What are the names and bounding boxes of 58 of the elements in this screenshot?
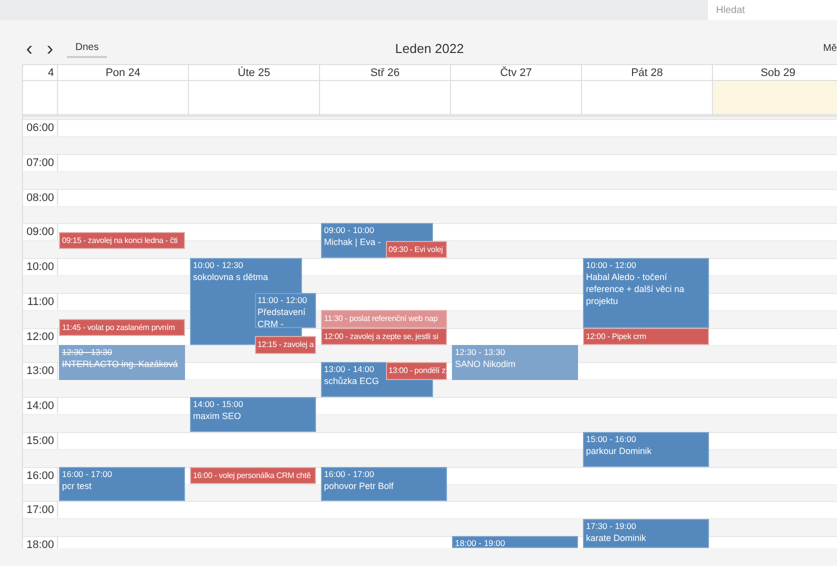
view-button[interactable]: Mě [823, 43, 837, 54]
event-time: 17:30 - 19:00 [586, 520, 636, 532]
calendar-title: Leden 2022 [395, 41, 464, 56]
event-title: pohovor Petr Bolf [324, 480, 394, 492]
all-day-cell[interactable] [319, 81, 450, 117]
event-time: 09:00 - 10:00 [324, 225, 374, 236]
event-time: 12:30 - 13:30 [455, 346, 506, 358]
all-day-cell[interactable] [581, 81, 712, 117]
all-day-cell[interactable] [57, 81, 188, 117]
calendar-event[interactable]: 16:00 - 17:00 pohovor Petr Bolf [321, 466, 447, 502]
today-button[interactable]: Dnes [67, 39, 107, 58]
task-item[interactable]: 13:00 - pondělí z [386, 362, 447, 380]
event-title: sokolovna s dětma [193, 271, 268, 283]
day-header: Čtv 27 [450, 65, 581, 81]
event-title: Habal Aledo - točení reference + další věci na projektu [586, 271, 686, 307]
task-item[interactable]: 12:00 - zavolej a zepte se, jestli si [321, 328, 447, 345]
event-time: 10:00 - 12:30 [193, 260, 244, 271]
event-title: maxim SEO [193, 410, 242, 422]
event-time: 16:00 - 17:00 [324, 468, 374, 480]
event-title: karate Dominik [586, 532, 646, 544]
calendar-event[interactable]: 12:30 - 13:30 SANO Nikodim [452, 344, 578, 380]
event-time: 18:00 - 19:00 [455, 538, 506, 547]
event-time: 14:00 - 15:00 [193, 399, 244, 410]
calendar-event[interactable]: 16:00 - 17:00 pcr test [59, 466, 185, 502]
day-header: Úte 25 [188, 65, 319, 81]
calendar-event[interactable]: 10:00 - 12:00 Habal Aledo - točení reference + další věci na projektu [583, 258, 709, 328]
task-item[interactable]: 09:15 - zavolej na konci ledna - čti [59, 232, 185, 250]
next-button[interactable]: › [42, 40, 58, 58]
event-time: 10:00 - 12:00 [586, 260, 636, 271]
calendar-event[interactable]: 15:00 - 16:00 parkour Dominik [583, 432, 709, 466]
task-item[interactable]: 09:30 - Evi volej [386, 240, 447, 258]
task-item[interactable]: 12:00 - Pipek crm [583, 328, 709, 345]
event-time: 16:00 - 17:00 [62, 468, 112, 480]
event-title: schůzka ECG [324, 375, 380, 388]
calendar-event[interactable]: 18:00 - 19:00 [452, 536, 578, 548]
week-number: 4 [22, 65, 57, 81]
task-item[interactable]: 12:15 - zavolej a [254, 336, 316, 354]
event-title: Michak | Eva - [324, 236, 381, 248]
search-field[interactable]: Hledat [708, 0, 837, 20]
day-header: Pát 28 [581, 65, 712, 81]
all-day-cell[interactable] [188, 81, 319, 117]
task-item[interactable]: 11:45 - volat po zaslaném prvním [59, 318, 185, 336]
day-header: Pon 24 [57, 65, 188, 81]
previous-button[interactable]: ‹ [22, 40, 37, 58]
task-item[interactable]: 16:00 - volej personálka CRM chtě [190, 466, 316, 484]
day-header: Stř 26 [319, 65, 450, 81]
event-title: SANO Nikodim [455, 358, 516, 370]
calendar-event[interactable]: 11:00 - 12:00 Představení CRM - [254, 292, 316, 328]
calendar-event[interactable]: 17:30 - 19:00 karate Dominik [583, 518, 709, 548]
calendar-event[interactable]: 14:00 - 15:00 maxim SEO [190, 397, 316, 432]
event-title: pcr test [62, 480, 92, 492]
all-day-cell[interactable] [712, 81, 837, 117]
event-time: 13:00 - 14:00 [324, 364, 374, 376]
day-header: Sob 29 [712, 65, 837, 81]
event-time: 15:00 - 16:00 [586, 434, 636, 445]
event-title: parkour Dominik [586, 444, 652, 457]
all-day-cell[interactable] [450, 81, 581, 117]
task-item[interactable]: 11:30 - poslat referenční web nap [321, 310, 447, 328]
